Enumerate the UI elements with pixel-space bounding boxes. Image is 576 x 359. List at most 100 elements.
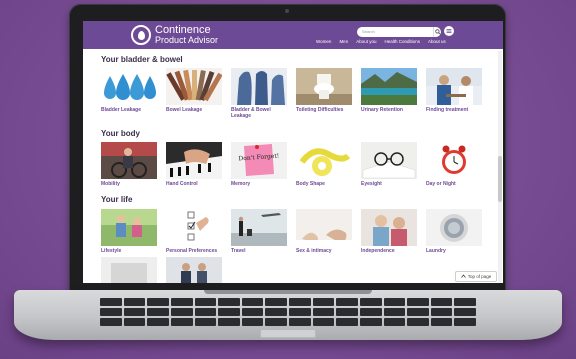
keyboard-key xyxy=(123,308,146,316)
bowel-leakage-image xyxy=(166,68,222,105)
keyboard-key xyxy=(194,308,217,316)
tile-eyesight[interactable]: Eyesight xyxy=(361,142,417,187)
keyboard-key xyxy=(265,308,287,316)
tile-independence[interactable]: Independence xyxy=(361,209,417,254)
scrollbar-thumb[interactable] xyxy=(498,156,502,202)
search-icon[interactable] xyxy=(433,27,441,37)
nav-men[interactable]: Men xyxy=(339,39,348,44)
tile-bowel-leakage[interactable]: Bowel Leakage xyxy=(166,68,222,113)
keyboard-key xyxy=(430,298,453,306)
search-input[interactable]: Search xyxy=(357,27,433,37)
keyboard-key xyxy=(218,318,240,326)
keyboard-key xyxy=(359,318,382,326)
main-nav: Women Men About you Health Conditions Ab… xyxy=(316,39,446,44)
nav-about-us[interactable]: About us xyxy=(428,39,446,44)
bladder-bowel-leakage-image xyxy=(231,68,287,105)
top-of-page-button[interactable]: Top of page xyxy=(455,271,497,282)
tile-bladder-leakage[interactable]: Bladder Leakage xyxy=(101,68,157,113)
keyboard-key xyxy=(123,298,146,306)
tile-mobility[interactable]: Mobility xyxy=(101,142,157,187)
tile-sex-intimacy[interactable]: Sex & intimacy xyxy=(296,209,352,254)
lifestyle-image xyxy=(101,209,157,246)
toileting-difficulties-image xyxy=(296,68,352,105)
tile-personal-preferences[interactable]: Personal Preferences xyxy=(166,209,222,254)
nav-women[interactable]: Women xyxy=(316,39,331,44)
tile-label: Bladder Leakage xyxy=(101,107,142,113)
travel-image xyxy=(231,209,287,246)
partial-image-2 xyxy=(166,257,222,283)
keyboard-key xyxy=(194,298,217,306)
camera-icon xyxy=(285,9,289,13)
tile-partial-1[interactable] xyxy=(101,257,157,283)
tile-urinary-retention[interactable]: Urinary Retention xyxy=(361,68,417,113)
tile-label: Bladder & Bowel Leakage xyxy=(231,107,271,119)
keyboard-key xyxy=(359,308,382,316)
tile-label: Sex & intimacy xyxy=(296,248,332,254)
keyboard-key xyxy=(241,298,264,306)
section-title-body: Your body xyxy=(101,129,140,138)
keyboard-key xyxy=(218,298,240,306)
tile-label: Bowel Leakage xyxy=(166,107,203,113)
keyboard-key xyxy=(147,308,169,316)
section-title-life: Your life xyxy=(101,195,133,204)
tile-label: Finding treatment xyxy=(426,107,469,113)
tile-partial-2[interactable] xyxy=(166,257,222,283)
keyboard-key xyxy=(147,298,169,306)
tile-label: Travel xyxy=(231,248,246,254)
keyboard-key xyxy=(383,298,406,306)
keyboard-key xyxy=(289,318,311,326)
tile-label: Eyesight xyxy=(361,181,382,187)
keyboard-key xyxy=(312,308,335,316)
tile-body-shape[interactable]: Body Shape xyxy=(296,142,352,187)
laptop-screen: Continence Product Advisor Search Women … xyxy=(83,21,503,283)
keyboard-key xyxy=(430,308,453,316)
laundry-image xyxy=(426,209,482,246)
tile-finding-treatment[interactable]: Finding treatment xyxy=(426,68,482,113)
tile-laundry[interactable]: Laundry xyxy=(426,209,482,254)
tile-toileting-difficulties[interactable]: Toileting Difficulties xyxy=(296,68,352,113)
keyboard-key xyxy=(454,308,476,316)
tile-memory[interactable]: Don't Forget! Memory xyxy=(231,142,287,187)
keyboard-key xyxy=(241,318,264,326)
tile-label: Mobility xyxy=(101,181,120,187)
memory-image: Don't Forget! xyxy=(231,142,287,179)
keyboard-key xyxy=(170,318,193,326)
keyboard-key xyxy=(123,318,146,326)
keyboard-key xyxy=(359,298,382,306)
chevron-up-icon xyxy=(460,274,466,279)
body-shape-image xyxy=(296,142,352,179)
tile-label: Lifestyle xyxy=(101,248,122,254)
tile-hand-control[interactable]: Hand Control xyxy=(166,142,222,187)
tile-label: Independence xyxy=(361,248,395,254)
day-or-night-image xyxy=(426,142,482,179)
keyboard-key xyxy=(100,318,122,326)
section-title-bladder-bowel: Your bladder & bowel xyxy=(101,55,183,64)
tile-day-or-night[interactable]: Day or Night xyxy=(426,142,482,187)
laptop-base xyxy=(14,290,562,340)
bladder-leakage-image xyxy=(101,68,157,105)
urinary-retention-image xyxy=(361,68,417,105)
tile-label: Memory xyxy=(231,181,251,187)
tile-lifestyle[interactable]: Lifestyle xyxy=(101,209,157,254)
keyboard-key xyxy=(218,308,240,316)
nav-about-you[interactable]: About you xyxy=(356,39,376,44)
keyboard-key xyxy=(289,308,311,316)
keyboard-key xyxy=(147,318,169,326)
keyboard-key xyxy=(100,298,122,306)
keyboard-key xyxy=(100,308,122,316)
menu-icon[interactable] xyxy=(444,26,454,36)
nav-health-conditions[interactable]: Health Conditions xyxy=(384,39,420,44)
keyboard-key xyxy=(241,308,264,316)
tile-label: Body Shape xyxy=(296,181,325,187)
hand-control-image xyxy=(166,142,222,179)
tile-bladder-bowel-leakage[interactable]: Bladder & Bowel Leakage xyxy=(231,68,287,119)
eyesight-image xyxy=(361,142,417,179)
logo-subtitle[interactable]: Product Advisor xyxy=(155,35,218,45)
tile-travel[interactable]: Travel xyxy=(231,209,287,254)
tile-label: Urinary Retention xyxy=(361,107,403,113)
keyboard-key xyxy=(407,298,429,306)
scrollbar[interactable] xyxy=(498,51,502,283)
keyboard-key xyxy=(170,298,193,306)
drop-logo-icon[interactable] xyxy=(131,25,151,45)
keyboard-key xyxy=(407,308,429,316)
